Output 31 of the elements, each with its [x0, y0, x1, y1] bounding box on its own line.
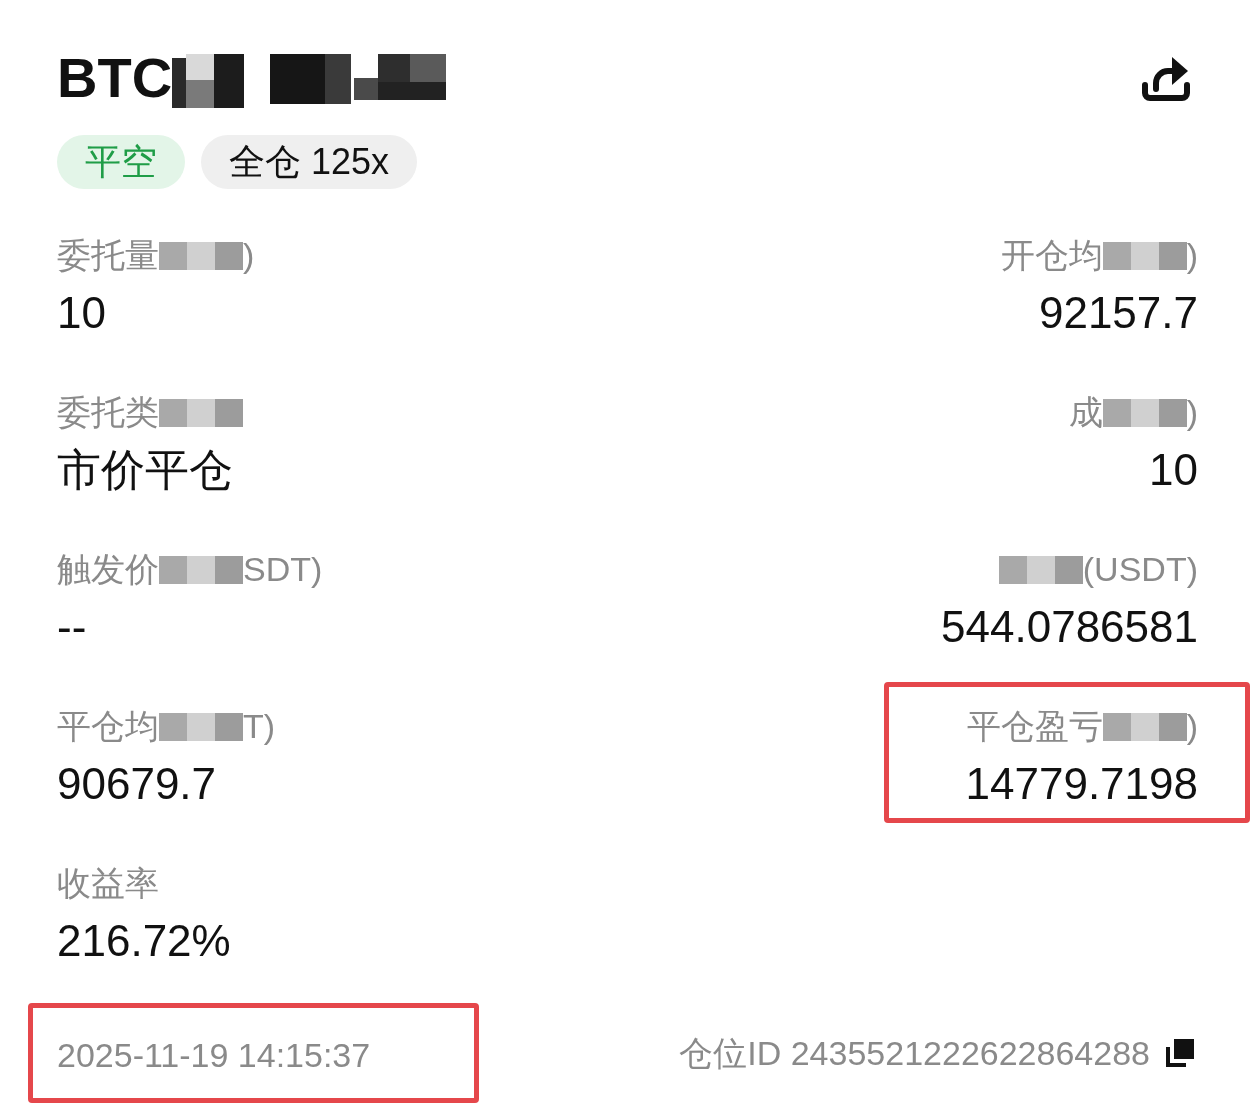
- margin-mode-tag: 全仓 125x: [201, 135, 418, 189]
- direction-tag: 平空: [57, 135, 185, 189]
- field-label: 平仓盈亏: [966, 706, 1103, 747]
- field-label: ): [1186, 706, 1198, 747]
- field-label: 成: [1068, 392, 1103, 433]
- field-label: ): [243, 235, 255, 276]
- field-value: 544.0786581: [941, 601, 1198, 653]
- field-label: 委托量: [57, 235, 159, 276]
- field-label: T): [243, 706, 276, 747]
- field-value: 90679.7: [57, 758, 217, 810]
- field-value: 10: [57, 287, 106, 339]
- field-label: 开仓均: [1000, 235, 1103, 276]
- position-id: 仓位ID 2435521222622864288: [679, 1033, 1150, 1074]
- field-label: SDT): [243, 549, 323, 590]
- copy-icon: [1165, 1038, 1195, 1068]
- field-label: (USDT): [1082, 549, 1198, 590]
- copy-button[interactable]: [1164, 1037, 1196, 1069]
- field-value: 10: [1149, 444, 1198, 496]
- field-value: 92157.7: [1038, 287, 1198, 339]
- field-value: 216.72%: [57, 915, 231, 967]
- field-value: 市价平仓: [57, 444, 233, 496]
- field-label: 触发价: [57, 549, 159, 590]
- field-label: ): [1186, 235, 1198, 276]
- field-label: 委托类: [57, 392, 159, 433]
- field-label: 平仓均: [57, 706, 159, 747]
- field-label: 收益率: [57, 863, 159, 904]
- field-label: ): [1186, 392, 1198, 433]
- field-value: --: [57, 601, 87, 653]
- field-value: 14779.7198: [965, 758, 1198, 810]
- contract-title: BTC: [57, 46, 173, 110]
- timestamp: 2025-11-19 14:15:37: [57, 1036, 371, 1074]
